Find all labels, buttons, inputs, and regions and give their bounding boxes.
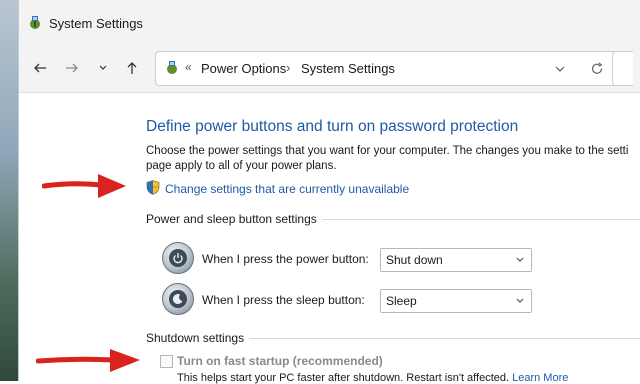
- page-heading: Define power buttons and turn on passwor…: [146, 118, 519, 135]
- chevron-down-icon: [516, 298, 524, 303]
- moon-icon: [172, 294, 183, 305]
- title-bar: System Settings: [19, 0, 640, 44]
- address-bar[interactable]: « Power Options › System Settings: [155, 51, 623, 86]
- power-sleep-section-title: Power and sleep button settings: [146, 212, 317, 226]
- power-button-select[interactable]: Shut down: [380, 248, 532, 272]
- arrow-left-icon: [34, 63, 46, 73]
- page-description: Choose the power settings that you want …: [146, 144, 640, 174]
- uac-shield-icon: [146, 180, 160, 195]
- arrow-up-icon: [127, 62, 137, 74]
- power-icon: [173, 253, 183, 264]
- back-button[interactable]: [29, 57, 51, 79]
- power-button-round-icon: [162, 242, 194, 274]
- chevron-down-icon: [516, 257, 524, 262]
- fast-startup-checkbox[interactable]: [160, 355, 173, 368]
- forward-button[interactable]: [61, 57, 83, 79]
- breadcrumb-system-settings[interactable]: System Settings: [301, 61, 395, 76]
- section-divider: [249, 338, 640, 339]
- annotation-arrow-icon: [42, 174, 126, 198]
- search-box[interactable]: [612, 51, 633, 86]
- breadcrumb-separator-icon[interactable]: ›: [286, 60, 290, 75]
- description-line-2: page apply to all of your power plans.: [146, 160, 337, 172]
- sleep-button-value: Sleep: [386, 294, 417, 308]
- learn-more-link[interactable]: Learn More: [512, 372, 568, 384]
- sleep-button-label: When I press the sleep button:: [202, 293, 365, 307]
- description-line-1: Choose the power settings that you want …: [146, 145, 629, 157]
- power-button-value: Shut down: [386, 253, 443, 267]
- sleep-button-select[interactable]: Sleep: [380, 289, 532, 313]
- power-button-label: When I press the power button:: [202, 252, 369, 266]
- section-divider: [322, 219, 640, 220]
- sleep-button-round-icon: [162, 283, 194, 315]
- change-settings-link[interactable]: Change settings that are currently unava…: [165, 182, 409, 196]
- recent-locations-button[interactable]: [92, 57, 114, 79]
- arrow-right-icon: [66, 63, 78, 73]
- window-title: System Settings: [49, 16, 143, 31]
- address-overflow-chevron[interactable]: «: [185, 60, 192, 74]
- up-button[interactable]: [121, 57, 143, 79]
- annotation-arrow-icon: [36, 349, 140, 372]
- fast-startup-label[interactable]: Turn on fast startup (recommended): [177, 354, 383, 368]
- desktop-background: [0, 0, 18, 381]
- navigation-bar: « Power Options › System Settings: [19, 44, 640, 93]
- shutdown-section-title: Shutdown settings: [146, 331, 245, 345]
- refresh-icon[interactable]: [590, 62, 604, 76]
- chevron-down-icon: [99, 65, 107, 70]
- fast-startup-help: This helps start your PC faster after sh…: [177, 372, 510, 384]
- power-options-app-icon: [30, 16, 40, 29]
- address-dropdown-icon[interactable]: [554, 63, 566, 75]
- breadcrumb-power-options[interactable]: Power Options: [201, 61, 286, 76]
- fast-startup-help-text: This helps start your PC faster after sh…: [177, 372, 568, 384]
- control-panel-icon: [167, 61, 177, 74]
